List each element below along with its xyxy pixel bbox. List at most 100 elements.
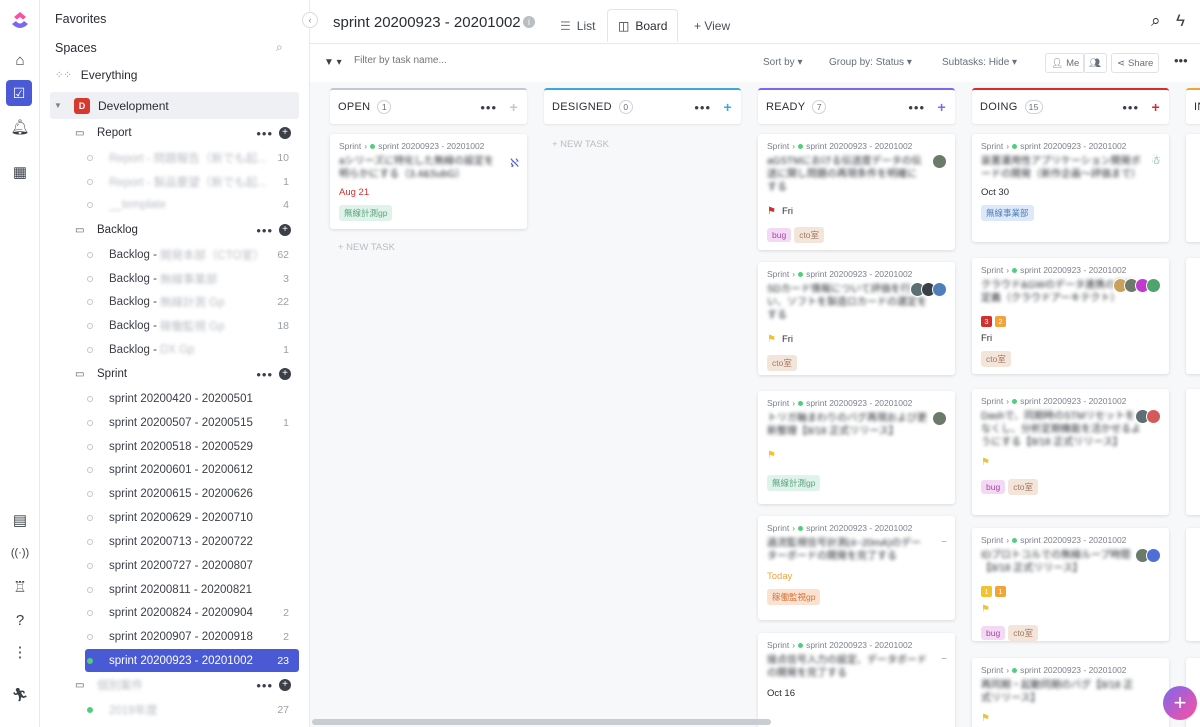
folder-add-icon[interactable]: + <box>279 127 291 139</box>
filter-icon[interactable]: ▼ ▾ <box>324 57 342 68</box>
tab-board[interactable]: ◫ Board <box>607 9 679 42</box>
column-header[interactable]: DESIGNED 0 ••• + <box>544 88 741 124</box>
list-item[interactable]: sprint 20200507 - 20200515 1 <box>85 411 299 434</box>
task-card[interactable]: Sprint › sprint 20200923 - 20201002 装置運用性ア… <box>972 134 1169 242</box>
quick-create-button[interactable]: + <box>1163 686 1197 720</box>
folder-more-icon[interactable]: ••• <box>256 126 273 141</box>
tag[interactable]: 無線計測gp <box>339 205 393 221</box>
task-card[interactable] <box>1186 389 1200 515</box>
list-item[interactable]: sprint 20200420 - 20200501 <box>85 387 299 410</box>
trophy-icon[interactable]: ♖ <box>8 575 32 599</box>
info-icon[interactable]: i <box>523 16 535 28</box>
more-options-icon[interactable]: ••• <box>1174 53 1188 68</box>
tag[interactable]: bug <box>767 228 792 242</box>
folder-add-icon[interactable]: + <box>279 224 291 236</box>
column-header[interactable]: OPEN 1 ••• + <box>330 88 527 124</box>
list-item[interactable]: Report - 製品要望（新でも起... 1 <box>85 170 299 193</box>
folder-sprint[interactable]: ▭ Sprint ••• + <box>75 364 299 384</box>
caret-down-icon[interactable]: ▼ <box>50 101 66 110</box>
list-item[interactable]: Backlog - 稼働監視 Gp 18 <box>85 314 299 337</box>
folder-report[interactable]: ▭ Report ••• + <box>75 123 299 143</box>
task-card[interactable]: Sprint › sprint 20200923 - 20201002 トリガ軸まわ… <box>758 391 955 504</box>
folder-more-icon[interactable]: ••• <box>256 223 273 238</box>
column-more-icon[interactable]: ••• <box>908 100 925 115</box>
task-card[interactable]: Sprint › sprint 20200923 - 20201002 aGSTMに… <box>758 134 955 250</box>
folder-add-icon[interactable]: + <box>279 679 291 691</box>
folder-backlog[interactable]: ▭ Backlog ••• + <box>75 220 299 240</box>
share-button[interactable]: ⋖ Share <box>1111 53 1160 73</box>
list-item[interactable]: sprint 20200518 - 20200529 <box>85 435 299 458</box>
list-item[interactable]: __template 4 <box>85 193 299 216</box>
tag[interactable]: cto室 <box>1008 625 1039 641</box>
search-spaces-icon[interactable]: ⌕ <box>276 40 283 55</box>
list-item[interactable]: Report - 問題報告（新でも起... 10 <box>85 146 299 169</box>
task-card[interactable] <box>1186 134 1200 242</box>
tag[interactable]: bug <box>981 626 1006 640</box>
home-icon[interactable]: ⌂ <box>8 48 32 72</box>
task-card[interactable]: Sprint › sprint 20200923 - 20201002 IDプロトコ… <box>972 528 1169 641</box>
column-more-icon[interactable]: ••• <box>480 100 497 115</box>
add-task-icon[interactable]: + <box>938 99 946 115</box>
filter-input[interactable] <box>354 55 554 66</box>
folder-more-icon[interactable]: ••• <box>256 367 273 382</box>
task-card[interactable] <box>1186 258 1200 374</box>
clickup-logo-icon[interactable] <box>9 9 31 31</box>
task-card[interactable]: Sprint › sprint 20200923 - 20201002 過流監視信号… <box>758 516 955 620</box>
task-card[interactable]: Sprint › sprint 20200923 - 20201002 クラウド&G… <box>972 258 1169 374</box>
folder-add-icon[interactable]: + <box>279 368 291 380</box>
folder-more-icon[interactable]: ••• <box>256 678 273 693</box>
docs-icon[interactable]: ▤ <box>8 508 32 532</box>
list-item[interactable]: sprint 20200601 - 20200612 <box>85 458 299 481</box>
task-card[interactable]: Sprint › sprint 20200923 - 20201002 再同期・起動… <box>972 658 1169 727</box>
task-card[interactable]: Sprint › sprint 20200923 - 20201002 SDカード情… <box>758 262 955 375</box>
dashboards-grid-icon[interactable]: ▦ <box>8 160 32 184</box>
pulse-icon[interactable]: ((·)) <box>8 541 32 565</box>
list-item-selected[interactable]: sprint 20200923 - 20201002 23 <box>85 649 299 672</box>
tag[interactable]: 稼働監視gp <box>767 589 821 605</box>
list-item[interactable]: sprint 20200629 - 20200710 <box>85 506 299 529</box>
group-by-dropdown[interactable]: Group by: Status ▾ <box>829 57 912 68</box>
help-icon[interactable]: ? <box>8 608 32 632</box>
list-item[interactable]: sprint 20200907 - 20200918 2 <box>85 625 299 648</box>
list-item[interactable]: sprint 20200713 - 20200722 <box>85 530 299 553</box>
user-avatar-icon[interactable]: 🏃︎ <box>8 683 32 707</box>
more-vertical-icon[interactable]: ⋮ <box>8 640 32 664</box>
list-item[interactable]: Backlog - DX Gp 1 <box>85 338 299 361</box>
tag[interactable]: 無線計測gp <box>767 475 821 491</box>
me-filter-button[interactable]: 👤︎ Me <box>1045 53 1086 73</box>
tag[interactable]: bug <box>981 480 1006 494</box>
tag[interactable]: 無線事業部 <box>981 205 1034 221</box>
new-task-button[interactable]: + NEW TASK <box>552 139 609 150</box>
space-development[interactable]: ▼ D Development <box>50 92 299 119</box>
tag[interactable]: cto室 <box>767 355 797 371</box>
tag[interactable]: cto室 <box>1008 479 1039 495</box>
column-more-icon[interactable]: ••• <box>1122 100 1139 115</box>
add-task-icon[interactable]: + <box>510 99 518 115</box>
assignees-filter-button[interactable]: 👥︎ <box>1083 53 1108 73</box>
list-item[interactable]: sprint 20200824 - 20200904 2 <box>85 601 299 624</box>
favorites-header[interactable]: Favorites <box>55 12 106 26</box>
sort-by-dropdown[interactable]: Sort by ▾ <box>763 57 803 68</box>
folder-projects[interactable]: ▭ 個別案件 ••• + <box>75 675 299 695</box>
list-item[interactable]: sprint 20200615 - 20200626 <box>85 482 299 505</box>
spaces-header[interactable]: Spaces <box>55 41 97 55</box>
task-card[interactable]: Sprint › sprint 20200923 - 20201002 Dashで、… <box>972 389 1169 515</box>
column-header[interactable]: DOING 15 ••• + <box>972 88 1169 124</box>
notifications-bell-icon[interactable]: 🔔︎ <box>8 115 32 139</box>
list-item[interactable]: sprint 20200811 - 20200821 <box>85 578 299 601</box>
list-item[interactable]: Backlog - 無線計測 Gp 22 <box>85 290 299 313</box>
tag[interactable]: cto室 <box>981 351 1011 367</box>
search-icon[interactable]: ⌕ <box>1151 11 1161 31</box>
tag[interactable]: cto室 <box>794 227 825 243</box>
task-card[interactable]: Sprint › sprint 20200923 - 20201002 aシリーズに… <box>330 134 527 229</box>
tasks-checkbox-icon[interactable]: ☑ <box>6 80 32 106</box>
task-card[interactable]: Sprint › sprint 20200923 - 20201002 接点信号入力… <box>758 633 955 727</box>
list-item[interactable]: sprint 20200727 - 20200807 <box>85 554 299 577</box>
new-task-button[interactable]: + NEW TASK <box>338 242 395 253</box>
column-header[interactable]: IN <box>1186 88 1200 124</box>
tab-list[interactable]: ☰ List <box>550 9 605 42</box>
add-task-icon[interactable]: + <box>724 99 732 115</box>
column-more-icon[interactable]: ••• <box>694 100 711 115</box>
task-card[interactable] <box>1186 528 1200 641</box>
everything-item[interactable]: ⁘⁘ Everything <box>55 68 137 82</box>
